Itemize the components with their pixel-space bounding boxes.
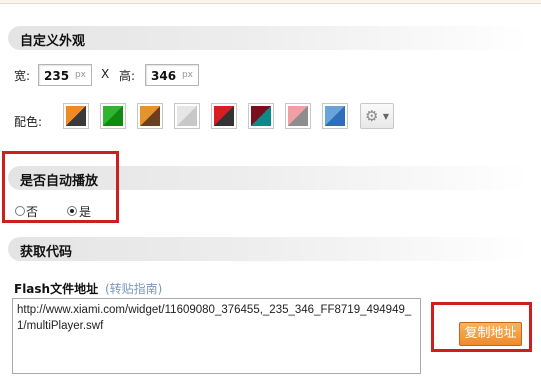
more-colors-button[interactable]: ⚙ ▼ <box>360 103 394 129</box>
flash-url-label: Flash文件地址 <box>14 282 99 296</box>
color-swatch-fill <box>140 106 160 126</box>
color-swatch[interactable] <box>322 103 348 129</box>
section-header-appearance: 自定义外观 <box>8 26 528 50</box>
width-value: 235 <box>44 69 70 83</box>
section-header-code: 获取代码 <box>8 237 528 261</box>
size-separator: X <box>101 67 110 81</box>
flash-url-textarea[interactable]: http://www.xiami.com/widget/11609080_376… <box>12 298 421 374</box>
caret-down-icon: ▼ <box>382 112 389 121</box>
color-swatch[interactable] <box>63 103 89 129</box>
top-divider <box>0 0 541 4</box>
color-swatch[interactable] <box>285 103 311 129</box>
color-swatch[interactable] <box>248 103 274 129</box>
color-swatch[interactable] <box>211 103 237 129</box>
color-swatch[interactable] <box>137 103 163 129</box>
height-label: 高: <box>119 69 136 83</box>
section-title-appearance: 自定义外观 <box>20 34 86 49</box>
color-swatch-fill <box>251 106 271 126</box>
color-swatch-fill <box>325 106 345 126</box>
height-value: 346 <box>151 69 177 83</box>
width-input[interactable]: 235 px <box>38 64 92 86</box>
width-label: 宽: <box>14 69 31 83</box>
color-swatch[interactable] <box>100 103 126 129</box>
color-label: 配色: <box>14 115 43 129</box>
color-swatch-fill <box>214 106 234 126</box>
color-swatch-fill <box>103 106 123 126</box>
width-unit: px <box>74 70 86 80</box>
height-unit: px <box>181 70 193 80</box>
highlight-frame-autoplay <box>2 151 119 223</box>
section-title-code: 获取代码 <box>20 245 73 260</box>
color-swatch-fill <box>288 106 308 126</box>
color-swatch-fill <box>177 106 197 126</box>
color-swatch-fill <box>66 106 86 126</box>
height-input[interactable]: 346 px <box>145 64 199 86</box>
guide-link[interactable]: (转贴指南) <box>105 280 162 297</box>
gear-icon: ⚙ <box>365 107 379 125</box>
color-swatch[interactable] <box>174 103 200 129</box>
highlight-frame-copy <box>431 302 532 352</box>
